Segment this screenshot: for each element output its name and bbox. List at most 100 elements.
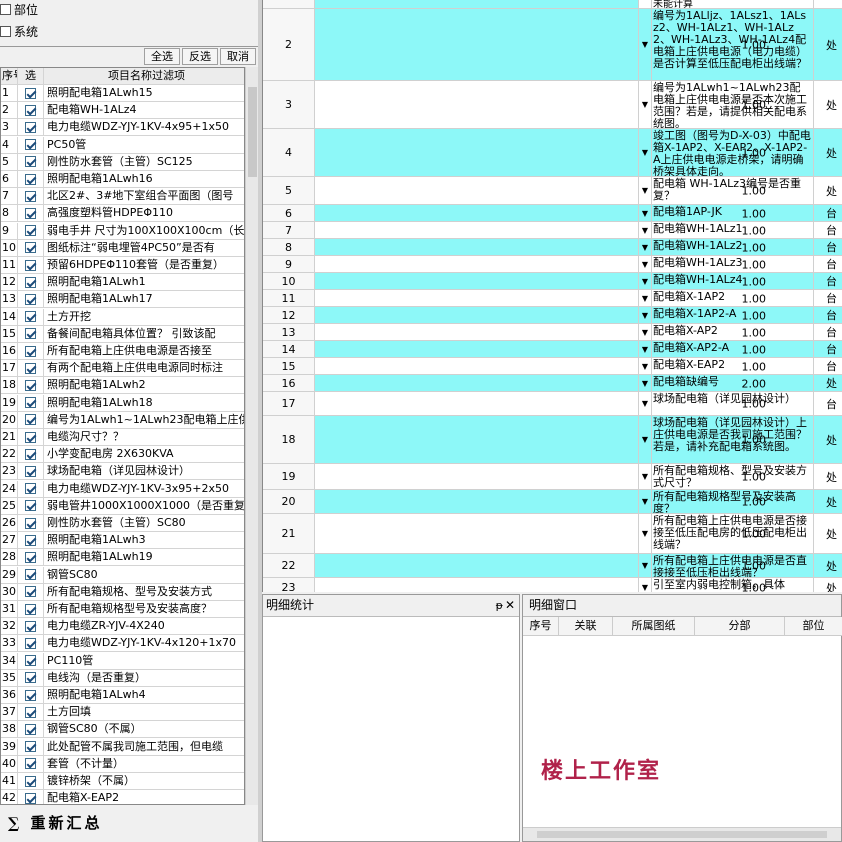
item-checkbox[interactable] bbox=[25, 328, 36, 340]
invert-selection-button[interactable]: 反选 bbox=[182, 48, 218, 65]
filter-list-item[interactable]: 2 配电箱WH-1ALz4 bbox=[1, 102, 244, 120]
item-checkbox[interactable] bbox=[25, 620, 36, 632]
filter-list-item[interactable]: 39 此处配管不属我司施工范围，但电缆 bbox=[1, 738, 244, 756]
dropdown-arrow-icon[interactable]: ▼ bbox=[639, 554, 652, 577]
item-checkbox[interactable] bbox=[25, 345, 36, 357]
item-checkbox[interactable] bbox=[25, 156, 36, 168]
unit-cell[interactable]: 处 bbox=[814, 81, 842, 128]
filter-list-item[interactable]: 38 钢管SC80（不属） bbox=[1, 721, 244, 739]
grid-row[interactable]: 13 ▼ 配电箱X-AP2 台 1.00 bbox=[263, 324, 842, 341]
detail-col-division[interactable]: 分部 bbox=[695, 617, 785, 636]
item-checkbox[interactable] bbox=[25, 87, 36, 99]
item-checkbox[interactable] bbox=[25, 723, 36, 735]
item-description[interactable]: 配电箱X-AP2-A bbox=[652, 341, 814, 357]
location-checkbox[interactable] bbox=[0, 3, 11, 15]
dropdown-arrow-icon[interactable]: ▼ bbox=[639, 177, 652, 204]
filter-list-item[interactable]: 29 钢管SC80 bbox=[1, 566, 244, 584]
item-checkbox[interactable] bbox=[25, 431, 36, 443]
filter-list-item[interactable]: 16 所有配电箱上庄供电电源是否接至 bbox=[1, 343, 244, 360]
filter-list-item[interactable]: 13 照明配电箱1ALwh17 bbox=[1, 291, 244, 309]
grid-cell[interactable] bbox=[315, 239, 639, 255]
grid-row[interactable]: 22 ▼ 所有配电箱上庄供电电源是否直接接至低压柜出线端？处 1.00 bbox=[263, 554, 842, 578]
item-checkbox[interactable] bbox=[25, 242, 36, 254]
item-description[interactable]: 配电箱缺编号 bbox=[652, 375, 814, 391]
filter-list-item[interactable]: 6 照明配电箱1ALwh16 bbox=[1, 171, 244, 188]
item-checkbox[interactable] bbox=[25, 637, 36, 649]
filter-list-item[interactable]: 23 球场配电箱（详见园林设计） bbox=[1, 463, 244, 481]
item-checkbox[interactable] bbox=[25, 414, 36, 426]
unit-cell[interactable]: 处 bbox=[814, 554, 842, 577]
dropdown-arrow-icon[interactable]: ▼ bbox=[639, 81, 652, 128]
unit-cell[interactable]: 台 bbox=[814, 273, 842, 289]
unit-cell[interactable]: 台 bbox=[814, 256, 842, 272]
unit-cell[interactable]: 处 bbox=[814, 375, 842, 391]
grid-cell[interactable] bbox=[315, 464, 639, 489]
grid-row[interactable]: 16 ▼ 配电箱缺编号处 2.00 bbox=[263, 375, 842, 392]
item-description[interactable]: 编号为1ALwh1~1ALwh23配电箱上庄供电电源是否本次施工范围？若是，请提… bbox=[652, 81, 814, 128]
item-checkbox[interactable] bbox=[25, 534, 36, 546]
dropdown-arrow-icon[interactable]: ▼ bbox=[639, 416, 652, 463]
dropdown-arrow-icon[interactable]: ▼ bbox=[639, 324, 652, 340]
item-checkbox[interactable] bbox=[25, 586, 36, 598]
dropdown-arrow-icon[interactable]: ▼ bbox=[639, 129, 652, 176]
item-checkbox[interactable] bbox=[25, 104, 36, 116]
item-checkbox[interactable] bbox=[25, 689, 36, 701]
filter-list-item[interactable]: 31 所有配电箱规格型号及安装高度？ bbox=[1, 601, 244, 618]
filter-list-item[interactable]: 4 PC50管 bbox=[1, 136, 244, 154]
unit-cell[interactable]: 台 bbox=[814, 239, 842, 255]
unit-cell[interactable]: 处 bbox=[814, 9, 842, 80]
grid-cell[interactable] bbox=[315, 490, 639, 513]
grid-cell[interactable] bbox=[315, 392, 639, 415]
grid-row[interactable]: 17 ▼ 球场配电箱（详见园林设计）台 1.00 bbox=[263, 392, 842, 416]
item-checkbox[interactable] bbox=[25, 276, 36, 288]
unit-cell[interactable]: 处 bbox=[814, 416, 842, 463]
item-description[interactable]: 配电箱X-1AP2 bbox=[652, 290, 814, 306]
grid-row[interactable]: 20 ▼ 所有配电箱规格型号及安装高度？处 1.00 bbox=[263, 490, 842, 514]
filter-list-item[interactable]: 19 照明配电箱1ALwh18 bbox=[1, 394, 244, 412]
grid-cell[interactable] bbox=[315, 416, 639, 463]
item-checkbox[interactable] bbox=[25, 465, 36, 477]
unit-cell[interactable]: 处 bbox=[814, 578, 842, 592]
grid-cell[interactable] bbox=[315, 222, 639, 238]
dropdown-arrow-icon[interactable]: ▼ bbox=[639, 358, 652, 374]
filter-list-item[interactable]: 15 备餐间配电箱具体位置？ 引致该配 bbox=[1, 325, 244, 343]
item-description[interactable]: 配电箱1AP-JK bbox=[652, 205, 814, 221]
filter-list-item[interactable]: 41 镀锌桥架（不属） bbox=[1, 773, 244, 790]
detail-col-location[interactable]: 部位 bbox=[785, 617, 842, 636]
filter-list-item[interactable]: 42 配电箱X-EAP2 bbox=[1, 790, 244, 804]
unit-cell[interactable]: 台 bbox=[814, 392, 842, 415]
dropdown-arrow-icon[interactable]: ▼ bbox=[639, 514, 652, 553]
unit-cell[interactable]: 台 bbox=[814, 307, 842, 323]
item-checkbox[interactable] bbox=[25, 517, 36, 529]
grid-row[interactable]: 3 ▼ 编号为1ALwh1~1ALwh23配电箱上庄供电电源是否本次施工范围？若是，… bbox=[263, 81, 842, 129]
scroll-thumb[interactable] bbox=[537, 831, 827, 838]
filter-location-row[interactable]: 部位 bbox=[0, 0, 38, 18]
item-checkbox[interactable] bbox=[25, 139, 36, 151]
grid-cell[interactable] bbox=[315, 177, 639, 204]
select-all-button[interactable]: 全选 bbox=[144, 48, 180, 65]
item-checkbox[interactable] bbox=[25, 397, 36, 409]
item-description[interactable]: 编号为1ALljz、1ALsz1、1ALsz2、WH-1ALz1、WH-1ALz… bbox=[652, 9, 814, 80]
item-checkbox[interactable] bbox=[25, 362, 36, 374]
item-checkbox[interactable] bbox=[25, 207, 36, 219]
filter-list-item[interactable]: 3 电力电缆WDZ-YJY-1KV-4x95+1x50 bbox=[1, 119, 244, 137]
grid-row[interactable]: 14 ▼ 配电箱X-AP2-A 台 1.00 bbox=[263, 341, 842, 358]
item-checkbox[interactable] bbox=[25, 173, 36, 185]
item-checkbox[interactable] bbox=[25, 225, 36, 237]
unit-cell[interactable]: 台 bbox=[814, 358, 842, 374]
header-select[interactable]: 选 bbox=[18, 68, 44, 84]
dropdown-arrow-icon[interactable]: ▼ bbox=[639, 290, 652, 306]
dropdown-arrow-icon[interactable]: ▼ bbox=[639, 464, 652, 489]
item-checkbox[interactable] bbox=[25, 379, 36, 391]
grid-cell[interactable] bbox=[315, 129, 639, 176]
grid-row[interactable]: 5 ▼ 配电箱 WH-1ALz3编号是否重复？处 1.00 bbox=[263, 177, 842, 205]
grid-row[interactable]: 6 ▼ 配电箱1AP-JK 台 1.00 bbox=[263, 205, 842, 222]
filter-list-item[interactable]: 17 有两个配电箱上庄供电电源同时标注 bbox=[1, 360, 244, 378]
item-description[interactable]: 配电箱X-1AP2-A bbox=[652, 307, 814, 323]
dropdown-arrow-icon[interactable]: ▼ bbox=[639, 375, 652, 391]
grid-cell[interactable] bbox=[315, 273, 639, 289]
filter-list-item[interactable]: 20 编号为1ALwh1~1ALwh23配电箱上庄供 bbox=[1, 411, 244, 429]
grid-row[interactable]: 7 ▼ 配电箱WH-1ALz1 台 1.00 bbox=[263, 222, 842, 239]
item-checkbox[interactable] bbox=[25, 551, 36, 563]
unit-cell[interactable]: 处 bbox=[814, 514, 842, 553]
